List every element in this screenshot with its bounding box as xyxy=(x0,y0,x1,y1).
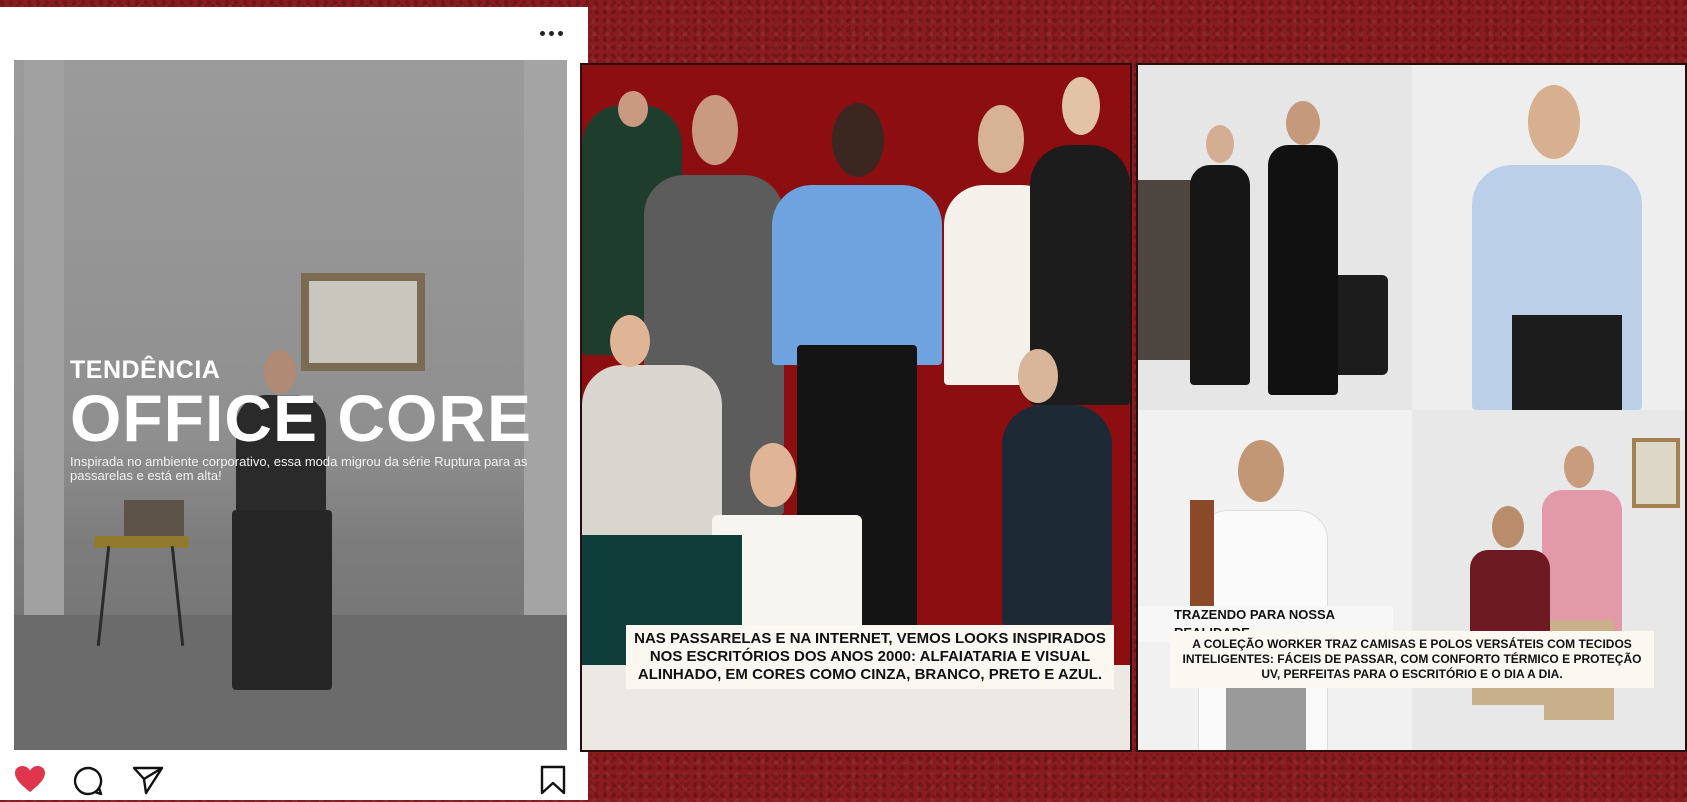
figure-head xyxy=(978,105,1024,173)
figure-head xyxy=(1018,349,1058,403)
figure-phone-call xyxy=(582,365,722,545)
figure-head xyxy=(610,315,650,367)
heart-icon[interactable] xyxy=(14,765,46,798)
post-image: TENDÊNCIA OFFICE CORE Inspirada no ambie… xyxy=(14,60,567,750)
photo-couple-black xyxy=(1138,65,1412,410)
figure-head xyxy=(1062,77,1100,135)
collage-worker-panel: TRAZENDO PARA NOSSA REALIDADE A COLEÇÃO … xyxy=(1136,63,1687,752)
figure-navy-vest xyxy=(1002,405,1112,625)
wall-edge xyxy=(524,60,567,620)
photo-couple-polo xyxy=(1412,410,1685,750)
worker-caption: A COLEÇÃO WORKER TRAZ CAMISAS E POLOS VE… xyxy=(1170,631,1654,688)
books-stack xyxy=(124,500,184,538)
more-options-icon[interactable] xyxy=(536,23,566,43)
send-icon[interactable] xyxy=(132,765,164,800)
figure-head xyxy=(692,95,738,165)
runway-caption: NAS PASSARELAS E NA INTERNET, VEMOS LOOK… xyxy=(626,625,1114,689)
wall-column xyxy=(24,60,64,620)
instagram-post-card: TENDÊNCIA OFFICE CORE Inspirada no ambie… xyxy=(0,7,588,800)
figure-head xyxy=(750,443,796,507)
post-description: Inspirada no ambiente corporativo, essa … xyxy=(70,454,528,483)
photo-woman-blue-shirt xyxy=(1412,65,1685,410)
figure-blue-shirt xyxy=(772,185,942,365)
post-actions-bar xyxy=(0,759,588,799)
bookmark-icon[interactable] xyxy=(540,765,566,800)
post-overlay-text: TENDÊNCIA OFFICE CORE Inspirada no ambie… xyxy=(70,356,532,483)
post-headline: OFFICE CORE xyxy=(70,381,533,455)
comment-icon[interactable] xyxy=(72,765,104,802)
collage-runway-panel: NAS PASSARELAS E NA INTERNET, VEMOS LOOK… xyxy=(580,63,1132,752)
photo-man-white-shirt xyxy=(1138,410,1412,750)
figure-head xyxy=(618,91,648,127)
model-trousers xyxy=(232,510,332,690)
figure-head xyxy=(832,103,884,177)
